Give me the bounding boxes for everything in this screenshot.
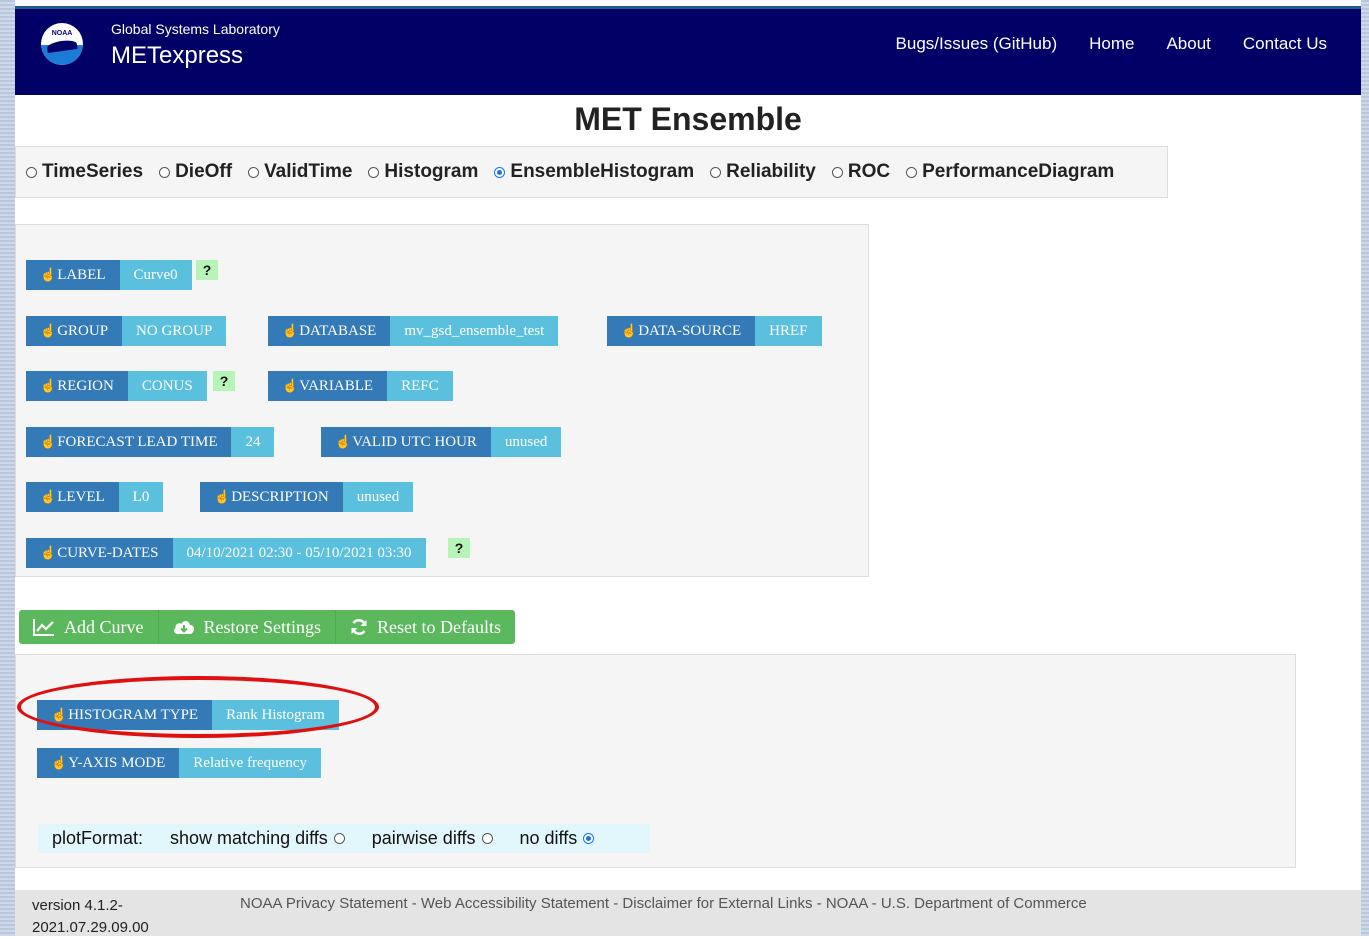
radio-icon[interactable] xyxy=(159,166,171,178)
database-value[interactable]: mv_gsd_ensemble_test xyxy=(390,316,559,346)
variable-value[interactable]: REFC xyxy=(387,371,453,401)
level-selector[interactable]: ☝ LEVEL L0 xyxy=(26,482,164,512)
page-title: MET Ensemble xyxy=(574,101,802,137)
pointer-hand-icon: ☝ xyxy=(40,434,57,449)
right-border xyxy=(1361,0,1369,936)
plot-type-histogram[interactable]: Histogram xyxy=(368,161,478,183)
line-chart-icon xyxy=(33,619,54,636)
format-no-diffs[interactable]: no diffs xyxy=(520,828,595,849)
data-source-selector[interactable]: ☝ DATA-SOURCE HREF xyxy=(607,316,822,346)
site-header: NOAA Global Systems Laboratory METexpres… xyxy=(15,9,1361,95)
radio-icon[interactable] xyxy=(248,166,260,178)
plot-type-selector: TimeSeries DieOff ValidTime Histogram En… xyxy=(15,146,1168,198)
logo-text: NOAA xyxy=(51,30,73,37)
format-pairwise-diffs[interactable]: pairwise diffs xyxy=(372,828,493,849)
label-help-button[interactable]: ? xyxy=(196,260,218,280)
pointer-hand-icon: ☝ xyxy=(282,323,299,338)
version-info: version 4.1.2- 2021.07.29.09.00 xyxy=(32,895,149,939)
pointer-hand-icon: ☝ xyxy=(282,378,299,393)
group-selector[interactable]: ☝ GROUP NO GROUP xyxy=(26,316,227,346)
refresh-icon xyxy=(351,619,367,635)
region-help-button[interactable]: ? xyxy=(213,371,235,391)
description-value[interactable]: unused xyxy=(342,482,414,512)
nav-about[interactable]: About xyxy=(1166,34,1210,54)
add-curve-button[interactable]: Add Curve xyxy=(19,610,159,644)
description-selector[interactable]: ☝ DESCRIPTION unused xyxy=(200,482,414,512)
plot-format-options: plotFormat: show matching diffs pairwise… xyxy=(38,824,650,853)
level-value[interactable]: L0 xyxy=(118,482,164,512)
radio-selected-icon[interactable] xyxy=(583,833,595,844)
pointer-hand-icon: ☝ xyxy=(335,434,352,449)
plot-type-dieoff[interactable]: DieOff xyxy=(159,161,232,183)
plot-type-timeseries[interactable]: TimeSeries xyxy=(26,161,143,183)
histogram-type-selector[interactable]: ☝ HISTOGRAM TYPE Rank Histogram xyxy=(37,700,339,730)
curve-dates-value[interactable]: 04/10/2021 02:30 - 05/10/2021 03:30 xyxy=(172,538,426,568)
link-noaa[interactable]: NOAA xyxy=(826,895,868,912)
pointer-hand-icon: ☝ xyxy=(40,323,57,338)
site-footer: version 4.1.2- 2021.07.29.09.00 NOAA Pri… xyxy=(15,890,1361,936)
curve-dates-selector[interactable]: ☝ CURVE-DATES 04/10/2021 02:30 - 05/10/20… xyxy=(26,538,426,568)
link-accessibility-statement[interactable]: Web Accessibility Statement xyxy=(421,895,609,912)
radio-icon[interactable] xyxy=(710,166,722,178)
radio-icon[interactable] xyxy=(333,833,345,844)
database-selector[interactable]: ☝ DATABASE mv_gsd_ensemble_test xyxy=(268,316,559,346)
region-value[interactable]: CONUS xyxy=(127,371,207,401)
group-value[interactable]: NO GROUP xyxy=(122,316,227,346)
forecast-lead-value[interactable]: 24 xyxy=(231,427,275,457)
plot-type-ensemblehistogram[interactable]: EnsembleHistogram xyxy=(494,161,694,183)
pointer-hand-icon: ☝ xyxy=(40,489,57,504)
pointer-hand-icon: ☝ xyxy=(40,267,57,282)
footer-links: NOAA Privacy Statement - Web Accessibili… xyxy=(240,895,1087,912)
label-selector[interactable]: ☝ LABEL Curve0 xyxy=(26,260,192,290)
curve-parameters-panel: ☝ LABEL Curve0 ? ☝ GROUP NO GROUP ☝ DATABAS… xyxy=(15,224,869,577)
valid-hour-value[interactable]: unused xyxy=(490,427,562,457)
radio-selected-icon[interactable] xyxy=(494,166,506,178)
pointer-hand-icon: ☝ xyxy=(40,378,57,393)
lab-name: Global Systems Laboratory xyxy=(111,21,280,37)
pointer-hand-icon: ☝ xyxy=(51,755,68,770)
nav-bugs-issues[interactable]: Bugs/Issues (GitHub) xyxy=(896,34,1058,54)
radio-icon[interactable] xyxy=(906,166,918,178)
plot-type-performancediagram[interactable]: PerformanceDiagram xyxy=(906,161,1114,183)
link-privacy-statement[interactable]: NOAA Privacy Statement xyxy=(240,895,408,912)
data-source-value[interactable]: HREF xyxy=(755,316,822,346)
app-name[interactable]: METexpress xyxy=(111,42,243,70)
y-axis-mode-value[interactable]: Relative frequency xyxy=(179,748,321,778)
curve-actions: Add Curve Restore Settings Reset to Defa… xyxy=(19,610,515,644)
radio-icon[interactable] xyxy=(368,166,380,178)
pointer-hand-icon: ☝ xyxy=(621,323,638,338)
top-band xyxy=(15,0,1361,9)
top-nav: Bugs/Issues (GitHub) Home About Contact … xyxy=(896,34,1327,54)
curve-dates-help-button[interactable]: ? xyxy=(448,538,470,558)
format-show-matching-diffs[interactable]: show matching diffs xyxy=(170,828,345,849)
pointer-hand-icon: ☝ xyxy=(214,489,231,504)
version-number: version 4.1.2- xyxy=(32,897,123,914)
plot-type-reliability[interactable]: Reliability xyxy=(710,161,816,183)
reset-defaults-button[interactable]: Reset to Defaults xyxy=(336,610,515,644)
nav-contact-us[interactable]: Contact Us xyxy=(1243,34,1327,54)
radio-icon[interactable] xyxy=(831,166,843,178)
restore-settings-button[interactable]: Restore Settings xyxy=(158,610,336,644)
variable-selector[interactable]: ☝ VARIABLE REFC xyxy=(268,371,453,401)
pointer-hand-icon: ☝ xyxy=(51,707,68,722)
pointer-hand-icon: ☝ xyxy=(40,545,57,560)
link-commerce[interactable]: U.S. Department of Commerce xyxy=(881,895,1087,912)
forecast-lead-selector[interactable]: ☝ FORECAST LEAD TIME 24 xyxy=(26,427,275,457)
valid-hour-selector[interactable]: ☝ VALID UTC HOUR unused xyxy=(321,427,562,457)
radio-icon[interactable] xyxy=(26,166,37,178)
radio-icon[interactable] xyxy=(481,833,493,844)
plot-type-validtime[interactable]: ValidTime xyxy=(248,161,352,183)
plot-type-roc[interactable]: ROC xyxy=(831,161,890,183)
left-border xyxy=(0,0,15,936)
plot-format-label: plotFormat: xyxy=(52,828,144,848)
histogram-type-value[interactable]: Rank Histogram xyxy=(212,700,339,730)
label-value[interactable]: Curve0 xyxy=(119,260,192,290)
cloud-download-icon xyxy=(173,621,194,634)
region-selector[interactable]: ☝ REGION CONUS xyxy=(26,371,207,401)
link-external-disclaimer[interactable]: Disclaimer for External Links xyxy=(622,895,812,912)
y-axis-mode-selector[interactable]: ☝ Y-AXIS MODE Relative frequency xyxy=(37,748,321,778)
nav-home[interactable]: Home xyxy=(1089,34,1134,54)
noaa-logo[interactable]: NOAA xyxy=(41,23,83,65)
